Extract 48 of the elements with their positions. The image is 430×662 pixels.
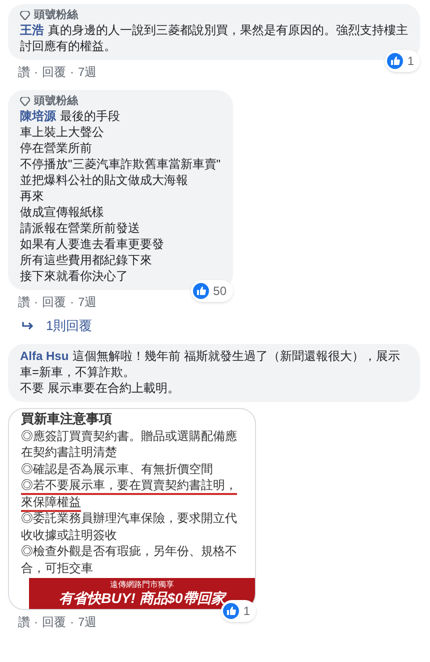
banner-caption: 遠傳網路門市獨享 bbox=[109, 580, 175, 590]
reply-arrow-icon bbox=[22, 321, 34, 331]
comment-text: 接下來就看你決心了 bbox=[20, 268, 129, 284]
comment-text: 停在營業所前 bbox=[20, 140, 93, 156]
action-link[interactable]: 讚 bbox=[18, 614, 30, 630]
separator-dot: · bbox=[34, 294, 38, 310]
comment-text: Alfa Hsu 這個無解啦！幾年前 福斯就發生過了（新聞還報很大），展示車=新車，不算詐欺。 bbox=[20, 348, 402, 380]
badge-label: 頭號粉絲 bbox=[34, 8, 78, 22]
comment-text: 不要 展示車要在合約上載明。 bbox=[20, 380, 180, 396]
diamond-icon bbox=[20, 96, 30, 106]
separator-dot: · bbox=[70, 614, 74, 630]
author-name[interactable]: 王浩 bbox=[20, 23, 44, 37]
action-link[interactable]: 讚 bbox=[18, 64, 30, 80]
comment-text: 請派報在營業所前發送 bbox=[20, 220, 141, 236]
diamond-icon bbox=[20, 10, 30, 20]
author-name[interactable]: Alfa Hsu bbox=[20, 349, 69, 363]
thumbs-up-icon bbox=[387, 53, 404, 69]
comment-text: 陳培源 最後的手段 bbox=[20, 108, 121, 124]
comment-text: 並把爆料公社的貼文做成大海報 bbox=[20, 172, 189, 188]
replies-link[interactable]: 1則回覆 bbox=[0, 318, 430, 334]
badge-label: 頭號粉絲 bbox=[34, 94, 78, 108]
separator-dot: · bbox=[70, 64, 74, 80]
action-link[interactable]: 回覆 bbox=[42, 294, 66, 310]
action-link[interactable]: 回覆 bbox=[42, 614, 66, 630]
reaction-count[interactable]: 50 bbox=[191, 280, 233, 302]
image-text: ◎委託業務員辦理汽車保險，要求開立代收收據或註明簽收 bbox=[21, 510, 238, 543]
timestamp: 7週 bbox=[78, 614, 97, 630]
comment-text: 再來 bbox=[20, 188, 45, 204]
reaction-count[interactable]: 1 bbox=[385, 50, 420, 72]
image-text: ◎若不要展示車，要在買賣契約書註明，來保障權益 bbox=[21, 477, 238, 510]
comment-text: 不停播放"三菱汽車詐欺舊車當新車賣" bbox=[20, 156, 221, 172]
author-name[interactable]: 陳培源 bbox=[20, 109, 56, 123]
action-link[interactable]: 回覆 bbox=[42, 64, 66, 80]
separator-dot: · bbox=[70, 294, 74, 310]
image-text: ◎確認是否為展示車、有無折價空間 bbox=[21, 460, 214, 477]
comment-text: 所有這些費用都紀錄下來 bbox=[20, 252, 153, 268]
timestamp: 7週 bbox=[78, 294, 97, 310]
image-text: ◎應簽訂買賣契約書。贈品或選購配備應在契約書註明清楚 bbox=[21, 428, 238, 460]
separator-dot: · bbox=[34, 614, 38, 630]
image-text: ◎檢查外觀是否有瑕疵，另年份、規格不合，可拒交車 bbox=[21, 543, 238, 576]
comment-text: 如果有人要進去看車更要發 bbox=[20, 236, 165, 252]
action-link[interactable]: 讚 bbox=[18, 294, 30, 310]
separator-dot: · bbox=[34, 64, 38, 80]
thumbs-up-icon bbox=[193, 283, 210, 299]
image-title: 買新車注意事項 bbox=[21, 411, 113, 428]
comment-text: 做成宣傳報紙樣 bbox=[20, 204, 105, 220]
timestamp: 7週 bbox=[78, 64, 97, 80]
comment-text: 車上裝上大聲公 bbox=[20, 124, 105, 140]
